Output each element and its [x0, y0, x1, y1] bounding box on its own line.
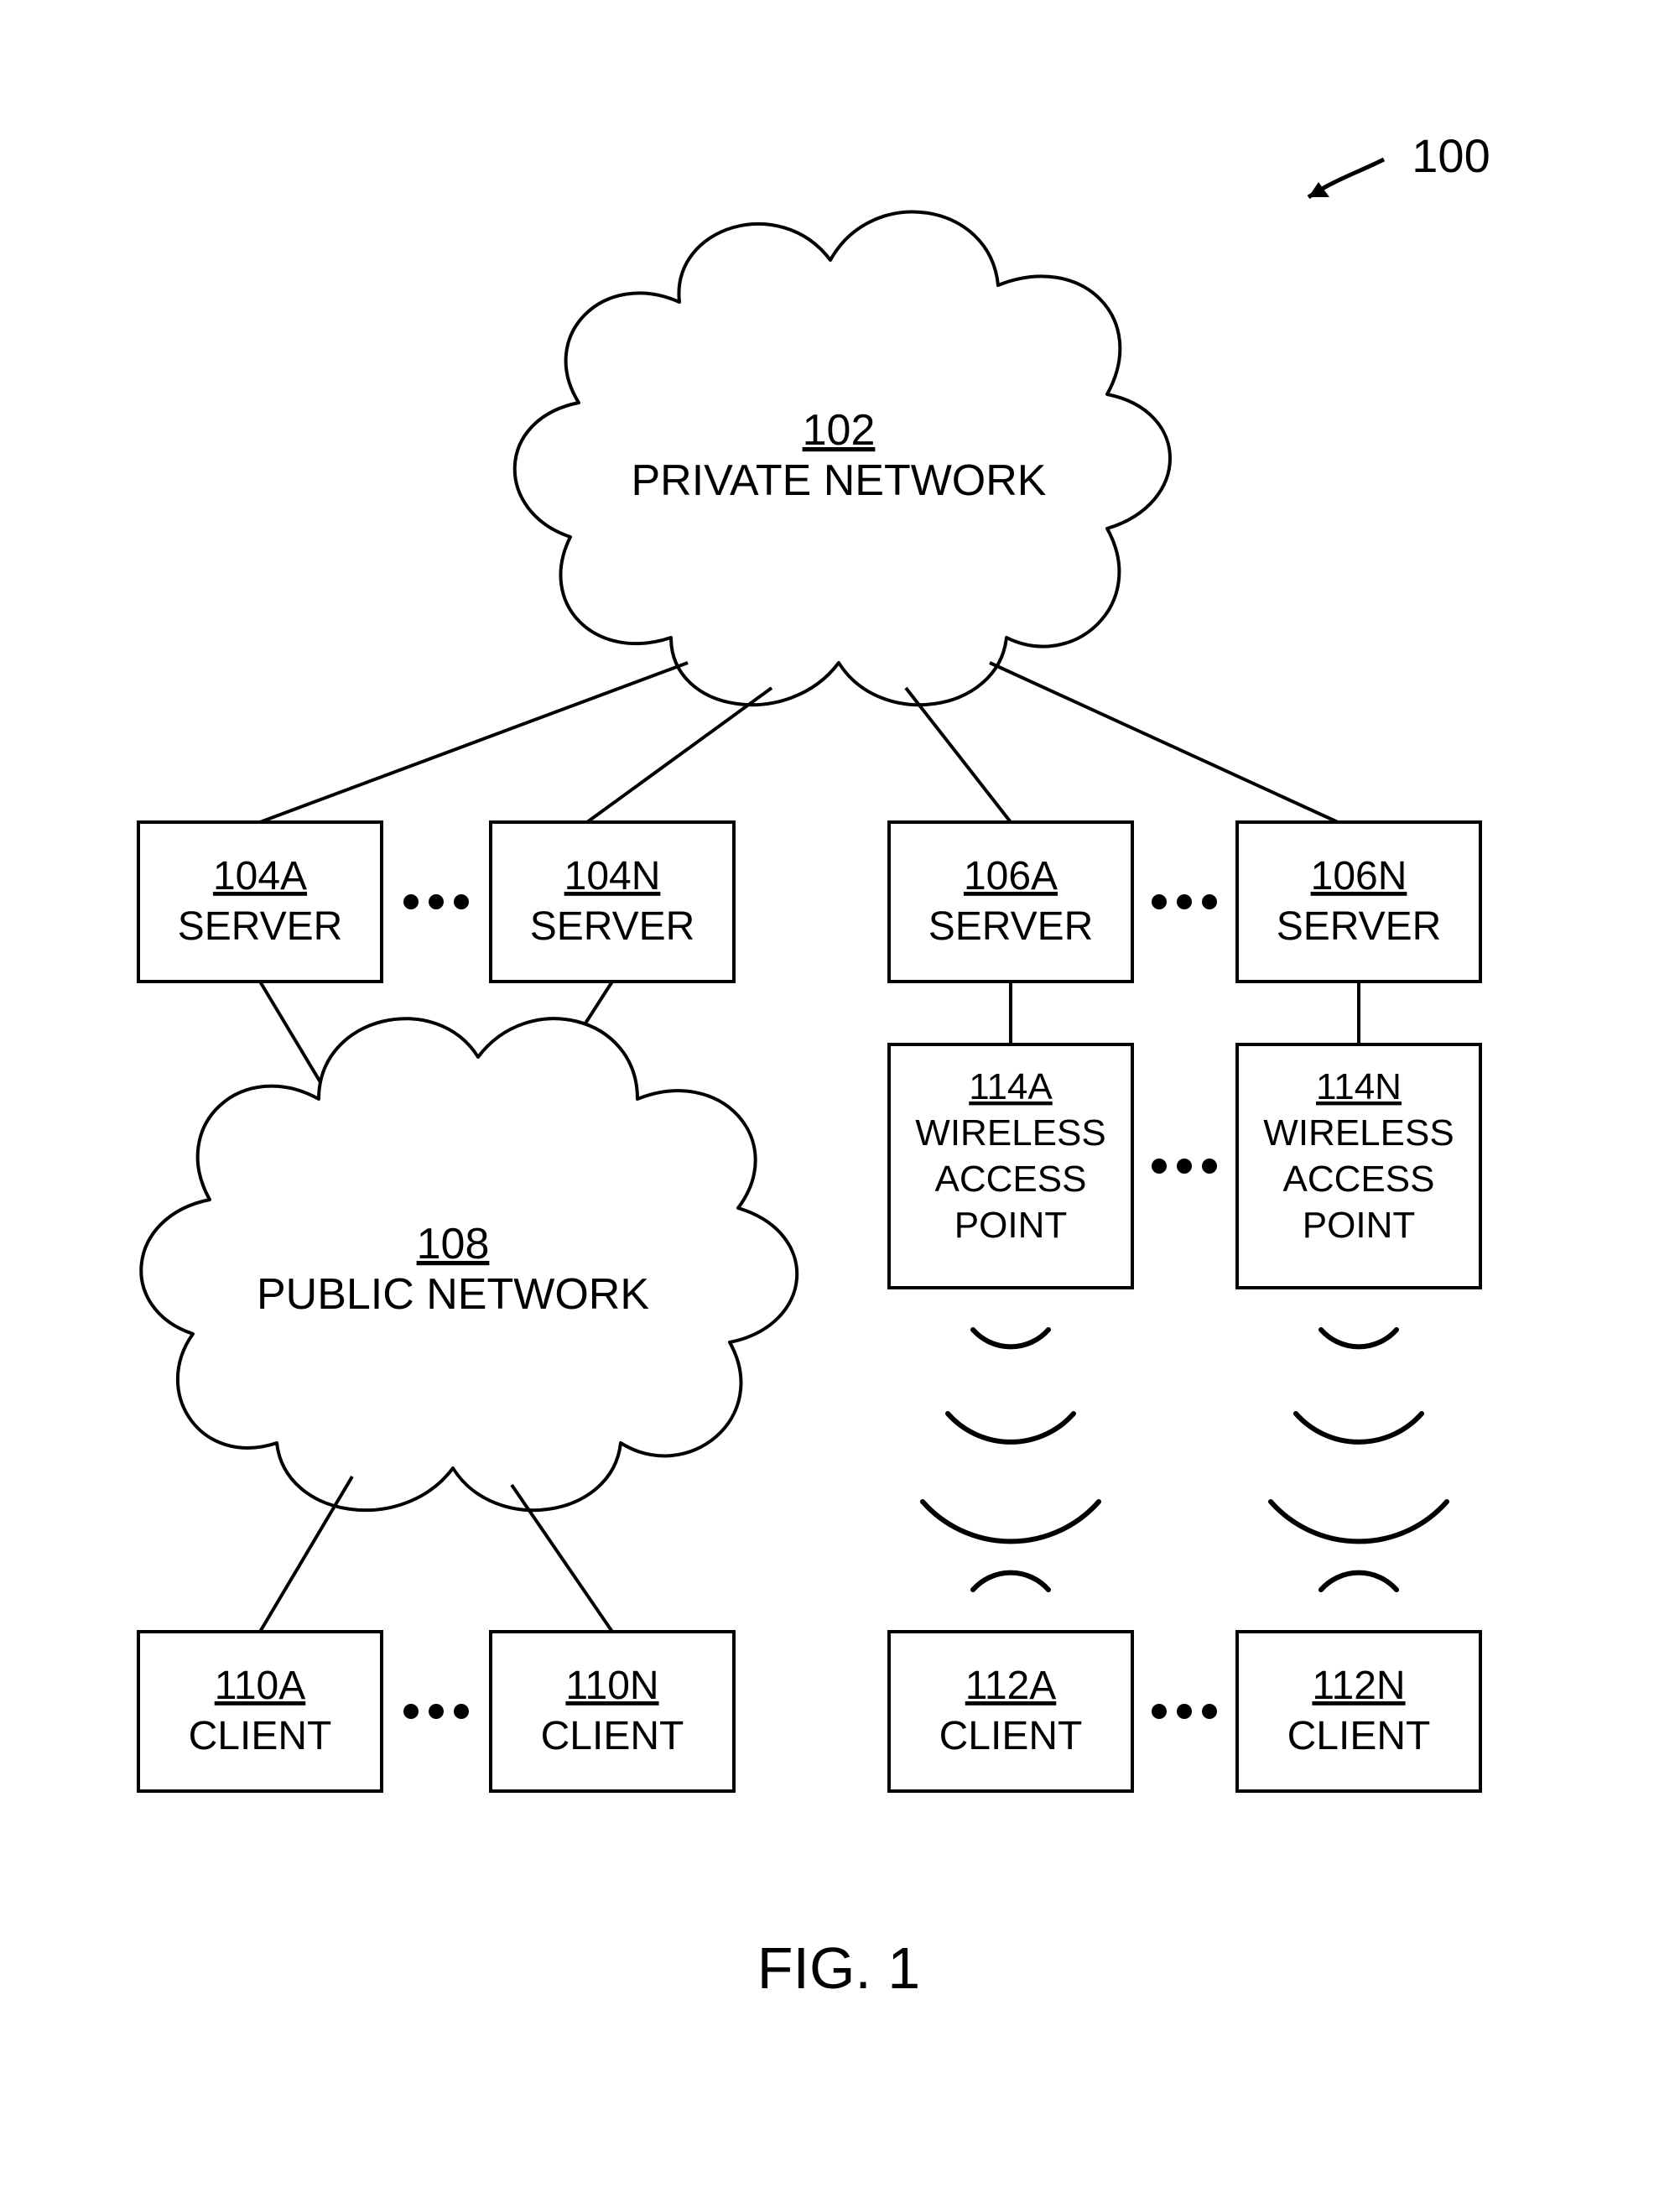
wap-114a-l2: ACCESS	[935, 1159, 1087, 1200]
private-network-ref: 102	[803, 406, 876, 455]
client-110a-label: CLIENT	[189, 1714, 332, 1758]
figure-ref-pointer: 100	[1308, 129, 1490, 197]
client-110a: 110A CLIENT	[138, 1632, 382, 1791]
wap-114a-l3: POINT	[954, 1205, 1067, 1246]
client-112a-ref: 112A	[965, 1664, 1057, 1708]
server-106n: 106N SERVER	[1237, 822, 1480, 982]
server-104n-ref: 104N	[564, 854, 661, 898]
public-network-label: PUBLIC NETWORK	[257, 1270, 649, 1319]
private-network-cloud: 102 PRIVATE NETWORK	[515, 212, 1170, 706]
server-106a: 106A SERVER	[889, 822, 1132, 982]
conn-private-to-104n	[587, 688, 772, 822]
client-112a-label: CLIENT	[939, 1714, 1083, 1758]
server-106n-label: SERVER	[1277, 904, 1442, 949]
server-104a: 104A SERVER	[138, 822, 382, 982]
ellipsis-clients-left	[403, 1704, 469, 1719]
conn-private-to-104a	[260, 663, 688, 822]
server-106n-ref: 106N	[1311, 854, 1407, 898]
wap-114n-ref: 114N	[1316, 1066, 1402, 1107]
ellipsis-servers-left	[403, 894, 469, 909]
public-network-cloud: 108 PUBLIC NETWORK	[141, 1018, 797, 1510]
figure-ref-label: 100	[1412, 129, 1490, 182]
figure-caption: FIG. 1	[757, 1935, 920, 2001]
client-112n: 112N CLIENT	[1237, 1632, 1480, 1791]
private-network-label: PRIVATE NETWORK	[632, 456, 1047, 505]
conn-private-to-106a	[906, 688, 1011, 822]
wap-114n-l2: ACCESS	[1283, 1159, 1435, 1200]
client-112a: 112A CLIENT	[889, 1632, 1132, 1791]
wap-114a: 114A WIRELESS ACCESS POINT	[889, 1044, 1132, 1288]
ellipsis-clients-right	[1152, 1704, 1217, 1719]
wireless-waves-114n	[1271, 1330, 1447, 1590]
server-106a-ref: 106A	[964, 854, 1058, 898]
server-104n: 104N SERVER	[491, 822, 734, 982]
wap-114a-ref: 114A	[969, 1066, 1053, 1107]
ellipsis-servers-right	[1152, 894, 1217, 909]
ellipsis-waps	[1152, 1159, 1217, 1174]
client-112n-ref: 112N	[1312, 1664, 1405, 1708]
wap-114n-l1: WIRELESS	[1263, 1112, 1454, 1154]
server-106a-label: SERVER	[928, 904, 1094, 949]
server-104n-label: SERVER	[530, 904, 695, 949]
client-110a-ref: 110A	[215, 1664, 306, 1708]
conn-private-to-106n	[990, 663, 1338, 822]
wap-114n-l3: POINT	[1303, 1205, 1415, 1246]
wireless-waves-114a	[923, 1330, 1099, 1590]
conn-public-to-110a	[260, 1476, 352, 1632]
client-110n: 110N CLIENT	[491, 1632, 734, 1791]
client-110n-label: CLIENT	[541, 1714, 684, 1758]
network-diagram: 100 102 PRIVATE NETWORK 104A SERVER 104N…	[0, 0, 1680, 2203]
public-network-ref: 108	[417, 1220, 490, 1268]
wap-114n: 114N WIRELESS ACCESS POINT	[1237, 1044, 1480, 1288]
client-110n-ref: 110N	[565, 1664, 658, 1708]
wap-114a-l1: WIRELESS	[915, 1112, 1105, 1154]
server-104a-ref: 104A	[213, 854, 307, 898]
server-104a-label: SERVER	[178, 904, 343, 949]
client-112n-label: CLIENT	[1287, 1714, 1431, 1758]
